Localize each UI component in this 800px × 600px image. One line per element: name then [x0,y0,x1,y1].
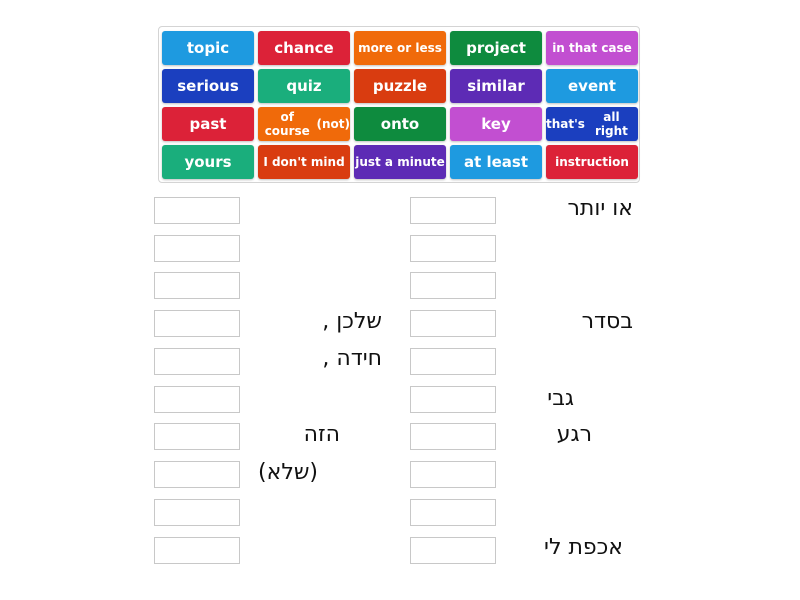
word-tile[interactable]: key [450,107,542,141]
word-tile[interactable]: similar [450,69,542,103]
word-tile[interactable]: puzzle [354,69,446,103]
left-drop-box-8[interactable] [154,461,240,488]
left-drop-box-10[interactable] [154,537,240,564]
hebrew-text-right-7: רגע [556,422,592,447]
tile-label: that's [546,117,585,131]
word-tile[interactable]: in that case [546,31,638,65]
word-tile[interactable]: instruction [546,145,638,179]
word-tile[interactable]: yours [162,145,254,179]
tile-label: of course [264,110,310,138]
word-tile[interactable]: at least [450,145,542,179]
hebrew-text-left-7: הזה [303,422,340,447]
word-tile[interactable]: more or less [354,31,446,65]
word-tile[interactable]: quiz [258,69,350,103]
hebrew-text-left-8: (שלא) [258,460,318,485]
right-drop-box-6[interactable] [410,386,496,413]
hebrew-text-right-4: בסדר [581,309,633,334]
hebrew-text-left-5: חידה , [322,346,382,371]
left-drop-box-4[interactable] [154,310,240,337]
word-tile[interactable]: topic [162,31,254,65]
tile-label: (not) [316,117,351,131]
word-tile[interactable]: I don't mind [258,145,350,179]
tile-label: all right [595,110,628,138]
hebrew-text-right-6: גבי [547,386,574,411]
left-drop-box-2[interactable] [154,235,240,262]
right-drop-box-1[interactable] [410,197,496,224]
right-drop-box-2[interactable] [410,235,496,262]
word-tile[interactable]: chance [258,31,350,65]
word-tile[interactable]: past [162,107,254,141]
right-drop-box-8[interactable] [410,461,496,488]
left-drop-box-6[interactable] [154,386,240,413]
hebrew-text-right-1: או יותר [567,196,633,221]
right-drop-box-3[interactable] [410,272,496,299]
right-drop-box-7[interactable] [410,423,496,450]
hebrew-text-left-4: שלכן , [322,309,382,334]
left-drop-box-9[interactable] [154,499,240,526]
word-tile[interactable]: serious [162,69,254,103]
left-drop-box-3[interactable] [154,272,240,299]
right-drop-box-4[interactable] [410,310,496,337]
hebrew-text-right-10: אכפת לי [544,535,623,560]
word-tile[interactable]: that's all right [546,107,638,141]
word-tile[interactable]: event [546,69,638,103]
right-drop-box-5[interactable] [410,348,496,375]
right-drop-box-10[interactable] [410,537,496,564]
right-drop-box-9[interactable] [410,499,496,526]
word-tile[interactable]: project [450,31,542,65]
left-drop-box-1[interactable] [154,197,240,224]
left-drop-box-5[interactable] [154,348,240,375]
left-drop-box-7[interactable] [154,423,240,450]
word-tile[interactable]: of course (not) [258,107,350,141]
word-tile[interactable]: just a minute [354,145,446,179]
word-tile[interactable]: onto [354,107,446,141]
